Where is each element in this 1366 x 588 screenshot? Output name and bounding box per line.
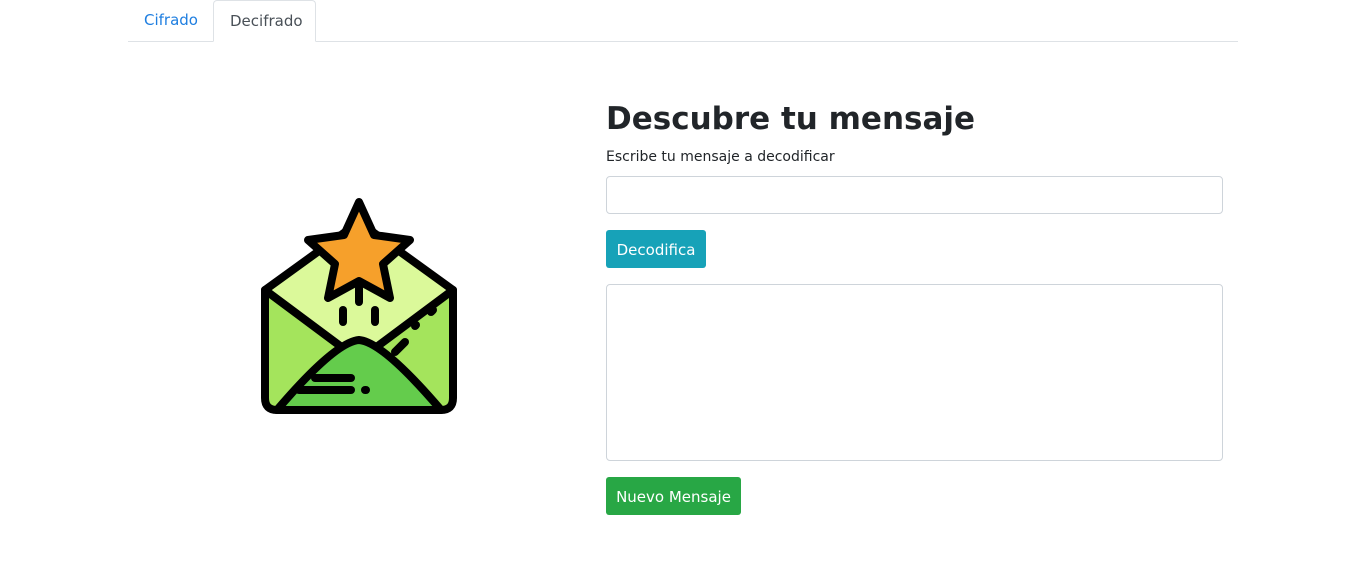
decode-button[interactable]: Decodifica xyxy=(606,230,706,268)
decoded-output-textarea[interactable] xyxy=(606,284,1223,461)
message-input[interactable] xyxy=(606,176,1223,214)
input-label: Escribe tu mensaje a decodificar xyxy=(606,149,835,165)
tab-cifrado[interactable]: Cifrado xyxy=(128,0,213,41)
page-title: Descubre tu mensaje xyxy=(606,101,976,137)
tab-decifrado[interactable]: Decifrado xyxy=(213,0,316,42)
nav-tabs: Cifrado Decifrado xyxy=(128,0,1238,42)
open-envelope-star-icon xyxy=(255,192,463,420)
new-message-button[interactable]: Nuevo Mensaje xyxy=(606,477,741,515)
